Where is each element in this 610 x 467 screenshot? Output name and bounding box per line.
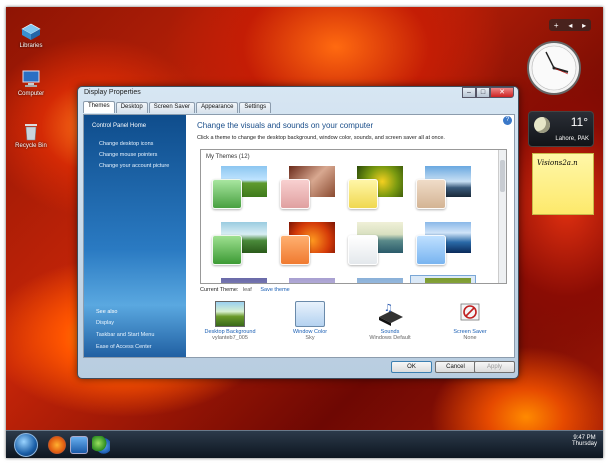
theme-thumbnail[interactable] (343, 222, 407, 272)
sounds-setting[interactable]: ♫ Sounds Windows Default (350, 301, 430, 341)
sticky-note-text: Visions2a.n (537, 159, 578, 167)
control-panel-home-link[interactable]: Control Panel Home (92, 123, 146, 129)
display-properties-window: Display Properties – □ ✕ Themes Desktop … (77, 86, 519, 379)
setting-value: Windows Default (369, 335, 411, 341)
theme-thumbnail[interactable] (207, 278, 271, 283)
clock-day: Thursday (571, 441, 597, 447)
save-theme-link[interactable]: Save theme (260, 287, 289, 293)
computer-icon (20, 69, 42, 89)
weather-temperature: 11° (570, 115, 588, 129)
desktop-icon-recycle-bin[interactable]: Recycle Bin (12, 121, 50, 149)
desktop-icon-label: Recycle Bin (15, 143, 47, 149)
weather-location: Lahore, PAK (555, 136, 589, 142)
screen-saver-icon (455, 301, 485, 327)
tab-strip: Themes Desktop Screen Saver Appearance S… (83, 101, 272, 113)
ok-button[interactable]: OK (391, 361, 432, 373)
theme-thumbnail-selected[interactable] (410, 275, 476, 283)
screen-saver-setting[interactable]: Screen Saver None (430, 301, 510, 341)
theme-thumbnail[interactable] (411, 166, 475, 216)
messenger-icon[interactable] (92, 436, 110, 454)
svg-text:♫: ♫ (384, 303, 393, 314)
theme-thumbnail[interactable] (207, 166, 271, 216)
gadget-next-icon[interactable]: ▸ (582, 21, 586, 30)
page-title: Change the visuals and sounds on your co… (197, 121, 374, 130)
setting-value: Sky (305, 335, 315, 341)
tab-screen-saver[interactable]: Screen Saver (148, 102, 196, 113)
change-desktop-icons-link[interactable]: Change desktop icons (99, 141, 153, 147)
add-gadget-icon[interactable]: + (554, 21, 559, 30)
tab-content: Control Panel Home Change desktop icons … (83, 114, 515, 358)
cancel-button[interactable]: Cancel (435, 361, 476, 373)
desktop-background-icon (215, 301, 245, 327)
gadget-gallery-icon[interactable]: ◂ (568, 21, 572, 30)
left-pane: Control Panel Home Change desktop icons … (84, 115, 186, 357)
theme-thumbnail[interactable] (275, 222, 339, 272)
themes-list[interactable]: My Themes (12) (200, 149, 507, 284)
current-theme-label: Current Theme: (200, 287, 239, 293)
setting-value: None (463, 335, 477, 341)
moon-icon (534, 117, 550, 133)
theme-thumbnail[interactable] (275, 166, 339, 216)
weather-gadget[interactable]: 11° Lahore, PAK (528, 111, 594, 147)
apply-button[interactable]: Apply (474, 361, 515, 373)
current-theme-row: Current Theme: leaf Save theme (200, 287, 290, 293)
desktop-icon-libraries[interactable]: Libraries (12, 21, 50, 49)
theme-thumbnail[interactable] (343, 278, 407, 283)
sounds-icon: ♫ (375, 301, 405, 327)
change-mouse-pointers-link[interactable]: Change mouse pointers (99, 152, 157, 158)
theme-thumbnail[interactable] (207, 222, 271, 272)
main-pane: ? Change the visuals and sounds on your … (186, 115, 514, 357)
gadget-toolbar: + ◂ ▸ (549, 19, 591, 31)
theme-thumbnail[interactable] (343, 166, 407, 216)
window-title: Display Properties (84, 89, 141, 96)
scrollbar-thumb[interactable] (500, 160, 505, 192)
maximize-button[interactable]: □ (476, 87, 490, 98)
clock-gadget[interactable] (526, 40, 582, 96)
theme-thumbnail[interactable] (275, 278, 339, 283)
current-theme-name: leaf (242, 287, 252, 293)
page-description: Click a theme to change the desktop back… (197, 135, 445, 141)
close-button[interactable]: ✕ (490, 87, 514, 98)
desktop: Libraries Computer Recycle Bin + ◂ ▸ 11°… (6, 7, 603, 458)
tab-desktop[interactable]: Desktop (115, 102, 148, 113)
libraries-icon (20, 21, 42, 41)
start-button[interactable] (14, 433, 38, 457)
desktop-icon-label: Computer (17, 91, 45, 97)
desktop-icon-label: Libraries (19, 43, 43, 49)
desktop-background-setting[interactable]: Desktop Background vylanteb7_005 (190, 301, 270, 341)
firefox-icon[interactable] (48, 436, 66, 454)
change-account-picture-link[interactable]: Change your account picture (99, 163, 169, 169)
window-color-icon (295, 301, 325, 327)
taskbar: 9:47 PM Thursday (6, 430, 603, 458)
window-controls: – □ ✕ (462, 87, 514, 98)
tab-settings[interactable]: Settings (239, 102, 272, 113)
computer-taskbar-icon[interactable] (70, 436, 88, 454)
see-also-taskbar-link[interactable]: Taskbar and Start Menu (96, 332, 154, 338)
see-also-heading: See also (96, 309, 118, 315)
sticky-note-gadget[interactable]: Visions2a.n (532, 153, 594, 215)
minimize-button[interactable]: – (462, 87, 476, 98)
window-color-setting[interactable]: Window Color Sky (270, 301, 350, 341)
title-bar[interactable]: Display Properties – □ ✕ (78, 87, 518, 101)
see-also-display-link[interactable]: Display (96, 320, 114, 326)
theme-thumbnail[interactable] (411, 222, 475, 272)
tab-appearance[interactable]: Appearance (196, 102, 239, 113)
recycle-bin-icon (20, 121, 42, 141)
system-tray: 9:47 PM Thursday (572, 435, 597, 447)
desktop-icon-computer[interactable]: Computer (12, 69, 50, 97)
themes-group-label: My Themes (12) (206, 154, 250, 160)
tab-themes[interactable]: Themes (83, 101, 115, 113)
themes-scrollbar[interactable] (498, 150, 506, 283)
help-icon[interactable]: ? (503, 116, 512, 125)
setting-value: vylanteb7_005 (212, 335, 248, 341)
see-also-ease-of-access-link[interactable]: Ease of Access Center (96, 344, 152, 350)
